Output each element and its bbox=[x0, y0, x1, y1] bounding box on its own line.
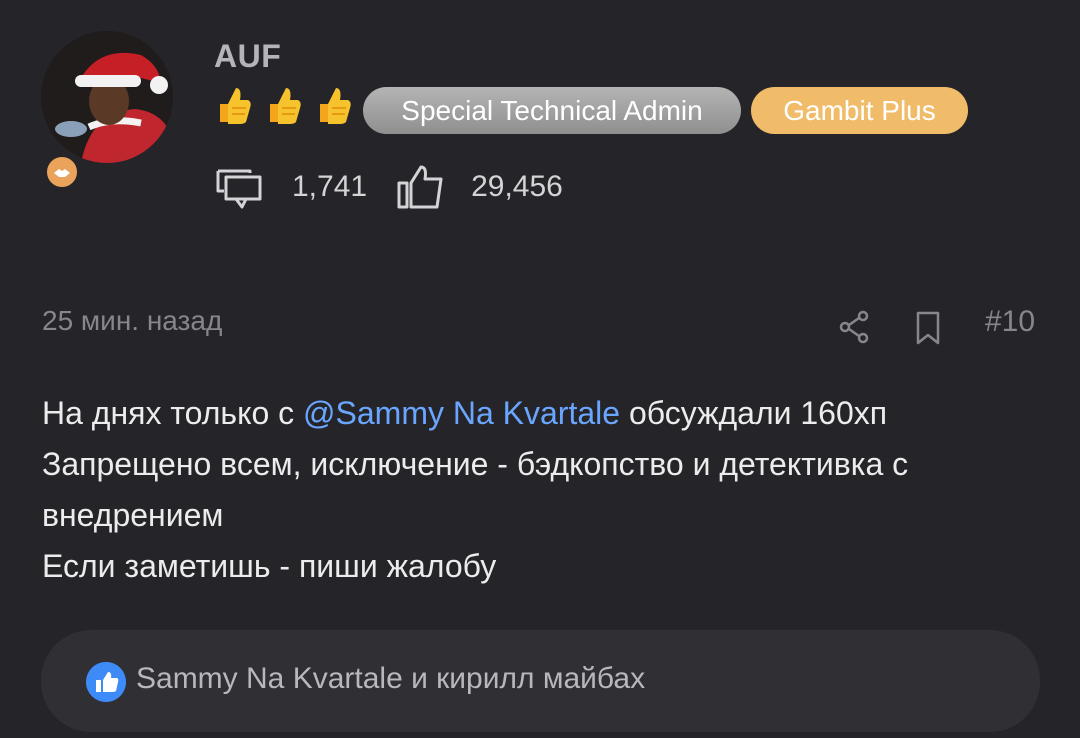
award-icon[interactable] bbox=[44, 154, 80, 190]
thumbs-up-emoji-icon bbox=[270, 88, 301, 124]
post-card: AUF Special Technical Admin Gambit Plus bbox=[0, 0, 1080, 738]
post-timestamp[interactable]: 25 мин. назад bbox=[42, 305, 222, 337]
share-icon[interactable] bbox=[838, 309, 870, 345]
messages-count: 1,741 bbox=[292, 170, 368, 203]
thumbs-up-emoji-icon bbox=[220, 88, 251, 124]
role-badge-admin: Special Technical Admin bbox=[363, 87, 741, 134]
message-icon bbox=[216, 163, 264, 211]
user-stats: 1,741 29,456 bbox=[216, 163, 563, 211]
likes-summary[interactable]: Sammy Na Kvartale и кирилл майбах bbox=[41, 630, 1040, 732]
post-line: внедрением bbox=[42, 497, 224, 533]
user-mention[interactable]: @Sammy Na Kvartale bbox=[303, 395, 620, 431]
post-line: Запрещено всем, исключение - бэдкопство … bbox=[42, 446, 909, 482]
role-badge-plus: Gambit Plus bbox=[751, 87, 968, 134]
likes-count: 29,456 bbox=[471, 170, 563, 203]
like-icon bbox=[86, 662, 126, 702]
post-number[interactable]: #10 bbox=[985, 305, 1035, 339]
post-line: На днях только с @Sammy Na Kvartale обсу… bbox=[42, 388, 1042, 439]
avatar[interactable] bbox=[41, 31, 173, 163]
thumbs-up-emoji-icon bbox=[320, 88, 351, 124]
bookmark-icon[interactable] bbox=[915, 311, 941, 345]
post-text: На днях только с bbox=[42, 395, 304, 431]
post-line: Если заметишь - пиши жалобу bbox=[42, 548, 497, 584]
user-reactions bbox=[214, 86, 352, 128]
post-text: обсуждали 160хп bbox=[620, 395, 888, 431]
post-content: На днях только с @Sammy Na Kvartale обсу… bbox=[42, 388, 1042, 592]
thumbs-up-icon bbox=[397, 163, 445, 211]
username[interactable]: AUF bbox=[214, 38, 281, 75]
likes-names[interactable]: Sammy Na Kvartale и кирилл майбах bbox=[136, 662, 645, 696]
